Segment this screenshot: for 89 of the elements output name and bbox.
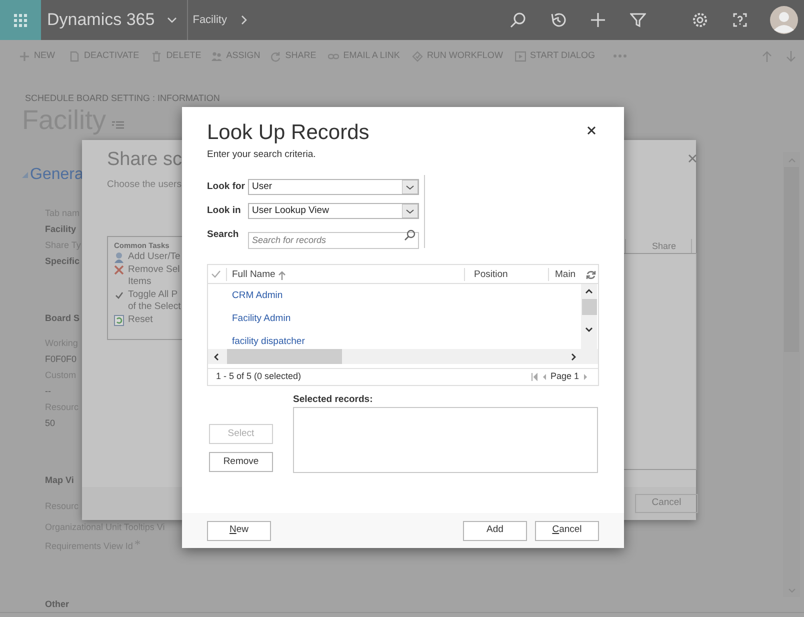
field-value: Facility: [45, 223, 76, 236]
filter-icon[interactable]: [630, 12, 646, 28]
plus-icon[interactable]: [590, 12, 606, 28]
selected-records-box[interactable]: [293, 407, 598, 473]
search-icon[interactable]: [510, 12, 526, 28]
required-asterisk-icon: [134, 540, 140, 545]
checkmark-icon[interactable]: [211, 270, 221, 278]
sort-arrow-up-icon: [278, 270, 286, 280]
chevron-down-icon[interactable]: [166, 17, 177, 23]
dialog-icon: [514, 50, 526, 62]
caret-icon: [402, 180, 418, 194]
section-heading: Genera: [30, 165, 84, 185]
scroll-left-icon: [214, 352, 219, 360]
people-icon: [211, 50, 222, 62]
document-icon: [69, 50, 80, 62]
refresh-icon[interactable]: [586, 270, 596, 280]
field-label: Look for: [207, 180, 246, 194]
scroll-thumb[interactable]: [582, 299, 596, 315]
reset-icon: [114, 314, 124, 326]
chevron-right-icon[interactable]: [240, 15, 247, 25]
section-heading: Board S: [45, 312, 80, 325]
close-icon[interactable]: [587, 126, 596, 135]
collapse-triangle-icon[interactable]: [22, 172, 28, 178]
previous-page-icon[interactable]: [542, 373, 548, 381]
section-heading: Other: [45, 598, 70, 611]
scroll-down-icon: [585, 327, 593, 332]
scroll-down-icon: [788, 588, 796, 593]
grid-icon: [14, 14, 27, 26]
dialog-title: Share sc: [107, 148, 182, 172]
dialog-instruction: Enter your search criteria.: [207, 149, 317, 161]
history-icon[interactable]: [550, 12, 566, 28]
task-link[interactable]: Remove Sel Items: [114, 264, 216, 288]
list-icon[interactable]: [112, 121, 124, 131]
trash-icon: [151, 50, 162, 62]
record-link[interactable]: facility dispatcher: [232, 335, 581, 349]
scroll-thumb[interactable]: [227, 349, 342, 364]
first-page-icon[interactable]: [531, 373, 538, 381]
dialog-button[interactable]: New: [207, 520, 271, 540]
avatar[interactable]: [770, 6, 798, 34]
scroll-right-icon: [571, 352, 576, 360]
task-link[interactable]: Toggle All P of the Select: [114, 288, 216, 314]
checkmark-icon: [114, 290, 124, 300]
section-heading: Map Vi: [45, 474, 74, 487]
task-link[interactable]: Reset: [114, 314, 216, 326]
record-link[interactable]: CRM Admin: [232, 289, 581, 303]
column-header[interactable]: Full Name: [232, 268, 286, 282]
record-count: 1 - 5 of 5 (0 selected): [216, 370, 302, 384]
field-value: F0F0F0: [45, 353, 77, 366]
scroll-up-icon: [585, 289, 593, 294]
column-header[interactable]: Main: [555, 268, 576, 282]
field-label: Search: [207, 228, 240, 242]
dropdown-field[interactable]: User: [248, 179, 419, 195]
field-value: 50: [45, 417, 56, 430]
task-link[interactable]: Add User/Te: [114, 251, 216, 264]
arrow-up-icon[interactable]: [762, 50, 772, 62]
horizontal-scrollbar[interactable]: [208, 349, 598, 364]
entity-label: SCHEDULE BOARD SETTING : INFORMATION: [25, 93, 221, 104]
vertical-scrollbar[interactable]: [581, 284, 597, 349]
column-header[interactable]: Position: [474, 268, 508, 282]
settings-icon[interactable]: [692, 12, 708, 28]
field-value: Specific: [45, 255, 80, 268]
dialog-title: Look Up Records: [207, 120, 370, 146]
field-label: Look in: [207, 204, 242, 218]
user-icon: [114, 252, 124, 263]
cancel-button[interactable]: Cancel: [635, 494, 698, 513]
page-number: Page 1: [550, 370, 579, 384]
dialog-button[interactable]: Add: [463, 520, 527, 540]
refresh-icon: [270, 50, 282, 62]
next-page-icon[interactable]: [583, 373, 588, 381]
dialog-button[interactable]: Cancel: [535, 520, 599, 540]
action-button[interactable]: Remove: [209, 452, 273, 472]
app-title: Dynamics 365: [47, 9, 155, 32]
remove-icon: [114, 264, 124, 276]
scroll-up-icon: [788, 158, 796, 163]
workflow-icon: [412, 50, 423, 62]
caret-icon: [402, 204, 418, 218]
search-icon[interactable]: [404, 229, 416, 241]
arrow-down-icon[interactable]: [786, 50, 796, 62]
field-label: Selected records:: [293, 394, 374, 405]
plus-icon: [19, 50, 30, 62]
search-field[interactable]: Search for records: [248, 232, 419, 248]
breadcrumb-link[interactable]: Facility: [192, 12, 227, 28]
help-icon[interactable]: [732, 12, 748, 28]
app-launcher-button[interactable]: [0, 0, 41, 40]
field-value: --: [45, 385, 51, 398]
column-header: Share: [652, 240, 676, 253]
record-link[interactable]: Facility Admin: [232, 312, 581, 326]
dropdown-field[interactable]: User Lookup View: [248, 203, 419, 219]
dialog-instruction: Choose the users: [107, 178, 182, 192]
